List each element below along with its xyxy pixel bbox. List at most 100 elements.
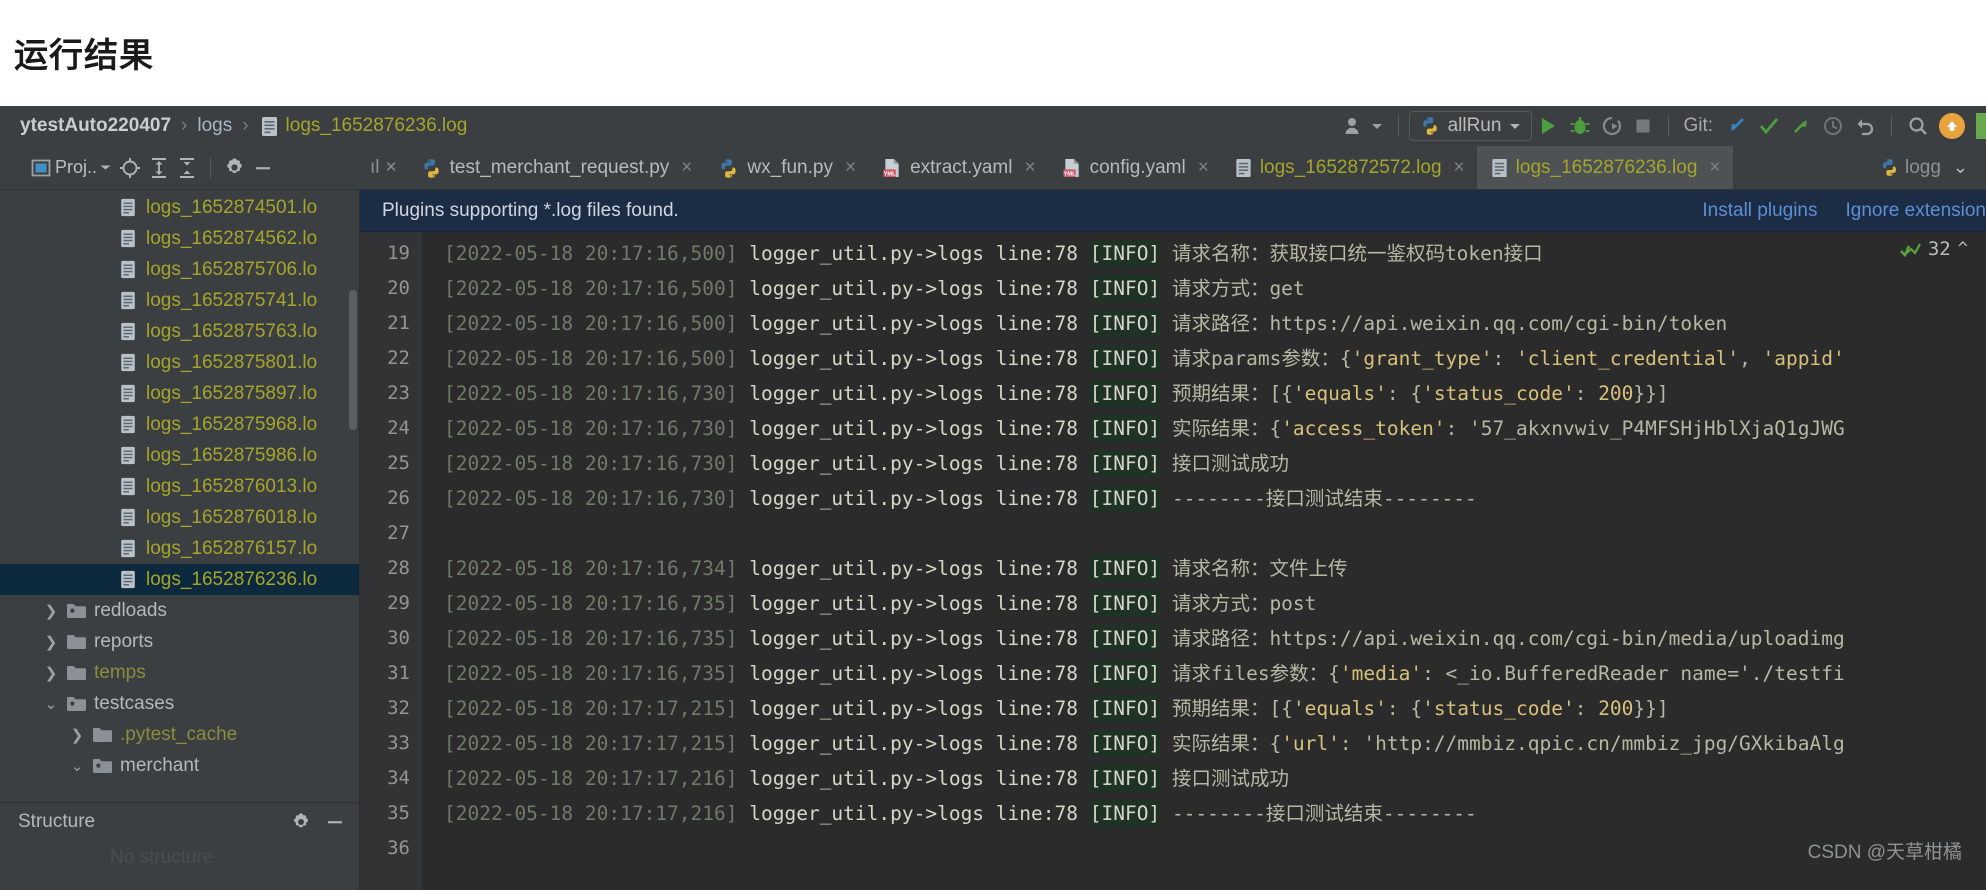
tree-file-row[interactable]: logs_1652875968.lo bbox=[0, 409, 359, 440]
code-line[interactable]: [2022-05-18 20:17:16,735] logger_util.py… bbox=[430, 656, 1986, 691]
tree-file-row[interactable]: logs_1652875763.lo bbox=[0, 316, 359, 347]
install-plugins-link[interactable]: Install plugins bbox=[1702, 200, 1817, 222]
code-line[interactable]: [2022-05-18 20:17:16,730] logger_util.py… bbox=[430, 376, 1986, 411]
collapse-all-icon[interactable] bbox=[174, 153, 200, 183]
user-icon[interactable] bbox=[1339, 110, 1388, 142]
project-view-button[interactable]: Proj.. bbox=[28, 153, 114, 183]
log-level: [INFO] bbox=[1089, 590, 1161, 617]
code-line[interactable]: [2022-05-18 20:17:16,500] logger_util.py… bbox=[430, 306, 1986, 341]
code-editor[interactable]: 19 20 21 22 23 24 25 26 27 28 29 30 31 32 33 34 35 36 [20… bbox=[360, 232, 1986, 890]
log-timestamp: [2022-05-18 20:17:17,216] bbox=[444, 802, 738, 825]
chevron-right-icon[interactable]: ❯ bbox=[66, 726, 88, 744]
gear-icon[interactable] bbox=[291, 812, 311, 832]
tree-folder-row[interactable]: ⌄ merchant bbox=[0, 750, 359, 781]
breadcrumb-file[interactable]: logs_1652876236.log bbox=[286, 115, 468, 137]
run-configuration-selector[interactable]: allRun bbox=[1408, 111, 1533, 141]
git-commit-icon[interactable] bbox=[1753, 110, 1785, 142]
log-file-icon bbox=[114, 570, 142, 589]
chevron-right-icon[interactable]: ❯ bbox=[40, 664, 62, 682]
code-content[interactable]: [2022-05-18 20:17:16,500] logger_util.py… bbox=[430, 232, 1986, 890]
coverage-run-icon[interactable] bbox=[1596, 110, 1628, 142]
chevron-right-icon[interactable]: ❯ bbox=[40, 633, 62, 651]
tree-file-row[interactable]: logs_1652874562.lo bbox=[0, 223, 359, 254]
structure-panel-header: Structure bbox=[0, 803, 359, 841]
tree-file-row[interactable]: logs_1652876236.lo bbox=[0, 564, 359, 595]
inspection-caret[interactable]: ^ bbox=[1958, 239, 1968, 259]
minimize-icon[interactable] bbox=[325, 812, 345, 832]
update-available-icon[interactable] bbox=[1934, 110, 1970, 142]
close-icon[interactable]: × bbox=[1198, 157, 1209, 179]
code-line[interactable]: [2022-05-18 20:17:16,730] logger_util.py… bbox=[430, 481, 1986, 516]
code-line[interactable]: [2022-05-18 20:17:17,215] logger_util.py… bbox=[430, 691, 1986, 726]
svg-text:YML: YML bbox=[884, 172, 897, 178]
tree-file-row[interactable]: logs_1652875897.lo bbox=[0, 378, 359, 409]
breadcrumb-folder[interactable]: logs bbox=[197, 115, 232, 137]
minimize-icon[interactable] bbox=[250, 153, 276, 183]
tab-label: logs_1652876236.log bbox=[1515, 157, 1698, 178]
code-line[interactable]: [2022-05-18 20:17:16,730] logger_util.py… bbox=[430, 446, 1986, 481]
chevron-right-icon[interactable]: ❯ bbox=[40, 602, 62, 620]
locate-file-icon[interactable] bbox=[116, 153, 144, 183]
code-line[interactable]: [2022-05-18 20:17:17,216] logger_util.py… bbox=[430, 761, 1986, 796]
inspection-widget[interactable]: 32 ^ bbox=[1899, 238, 1968, 260]
tree-file-row[interactable]: logs_1652875741.lo bbox=[0, 285, 359, 316]
close-icon[interactable]: × bbox=[386, 157, 397, 179]
code-line[interactable]: [2022-05-18 20:17:16,735] logger_util.py… bbox=[430, 621, 1986, 656]
rollback-icon[interactable] bbox=[1849, 110, 1881, 142]
chevron-down-icon[interactable]: ⌄ bbox=[1953, 157, 1968, 178]
code-line[interactable] bbox=[430, 516, 1986, 551]
git-push-icon[interactable] bbox=[1785, 110, 1817, 142]
tab-logs-1652876236-log[interactable]: logs_1652876236.log × bbox=[1476, 146, 1733, 189]
tree-file-row[interactable]: logs_1652875801.lo bbox=[0, 347, 359, 378]
search-icon[interactable] bbox=[1902, 110, 1934, 142]
tree-file-row[interactable]: logs_1652875706.lo bbox=[0, 254, 359, 285]
tab-config-yaml[interactable]: YML config.yaml × bbox=[1048, 146, 1221, 189]
history-icon[interactable] bbox=[1817, 110, 1849, 142]
close-icon[interactable]: × bbox=[845, 157, 856, 179]
close-icon[interactable]: × bbox=[681, 157, 692, 179]
debug-icon[interactable] bbox=[1564, 110, 1596, 142]
tree-file-row[interactable]: logs_1652875986.lo bbox=[0, 440, 359, 471]
chevron-down-icon[interactable]: ⌄ bbox=[40, 695, 62, 713]
tree-folder-row[interactable]: ❯ temps bbox=[0, 657, 359, 688]
close-icon[interactable]: × bbox=[1454, 157, 1465, 179]
line-number: 21 bbox=[387, 312, 410, 334]
tree-file-row[interactable]: logs_1652874501.lo bbox=[0, 192, 359, 223]
expand-all-icon[interactable] bbox=[146, 153, 172, 183]
ignore-extension-link[interactable]: Ignore extension bbox=[1846, 200, 1986, 222]
chevron-down-icon[interactable]: ⌄ bbox=[66, 757, 88, 775]
tree-folder-row[interactable]: ❯ redloads bbox=[0, 595, 359, 626]
git-update-icon[interactable] bbox=[1721, 110, 1753, 142]
structure-panel: Structure No structure bbox=[0, 802, 359, 890]
close-icon[interactable]: × bbox=[1024, 157, 1035, 179]
breadcrumb-project[interactable]: ytestAuto220407 bbox=[20, 115, 171, 137]
code-line[interactable]: [2022-05-18 20:17:17,216] logger_util.py… bbox=[430, 796, 1986, 831]
code-line[interactable]: [2022-05-18 20:17:16,734] logger_util.py… bbox=[430, 551, 1986, 586]
code-line[interactable]: [2022-05-18 20:17:16,730] logger_util.py… bbox=[430, 411, 1986, 446]
run-icon[interactable] bbox=[1532, 110, 1564, 142]
project-tree[interactable]: logs_1652874501.lo logs_1652874562.lo logs… bbox=[0, 190, 359, 802]
tab-logs-1652872572-log[interactable]: logs_1652872572.log × bbox=[1221, 146, 1477, 189]
tab-extract-yaml[interactable]: YML extract.yaml × bbox=[868, 146, 1048, 189]
tree-file-row[interactable]: logs_1652876157.lo bbox=[0, 533, 359, 564]
close-icon[interactable]: × bbox=[1709, 157, 1720, 179]
code-line[interactable]: [2022-05-18 20:17:17,215] logger_util.py… bbox=[430, 726, 1986, 761]
tree-folder-row[interactable]: ❯ reports bbox=[0, 626, 359, 657]
code-line[interactable]: [2022-05-18 20:17:16,500] logger_util.py… bbox=[430, 236, 1986, 271]
code-line[interactable]: [2022-05-18 20:17:16,500] logger_util.py… bbox=[430, 341, 1986, 376]
code-line[interactable]: [2022-05-18 20:17:16,735] logger_util.py… bbox=[430, 586, 1986, 621]
tab-test-merchant-request-py[interactable]: test_merchant_request.py × bbox=[407, 146, 705, 189]
tree-file-row[interactable]: logs_1652876013.lo bbox=[0, 471, 359, 502]
tab-overflow[interactable]: logg ⌄ bbox=[1870, 146, 1986, 189]
stop-icon[interactable] bbox=[1628, 110, 1658, 142]
tree-scrollbar[interactable] bbox=[349, 290, 357, 430]
code-line[interactable]: [2022-05-18 20:17:16,500] logger_util.py… bbox=[430, 271, 1986, 306]
log-timestamp: [2022-05-18 20:17:16,735] bbox=[444, 662, 738, 685]
code-line[interactable] bbox=[430, 831, 1986, 866]
tree-file-row[interactable]: logs_1652876018.lo bbox=[0, 502, 359, 533]
tab-partial-left[interactable]: ıl × bbox=[360, 146, 407, 189]
gear-icon[interactable] bbox=[221, 153, 248, 183]
tree-folder-row[interactable]: ❯ .pytest_cache bbox=[0, 719, 359, 750]
tree-folder-row[interactable]: ⌄ testcases bbox=[0, 688, 359, 719]
tab-wx-fun-py[interactable]: wx_fun.py × bbox=[704, 146, 868, 189]
